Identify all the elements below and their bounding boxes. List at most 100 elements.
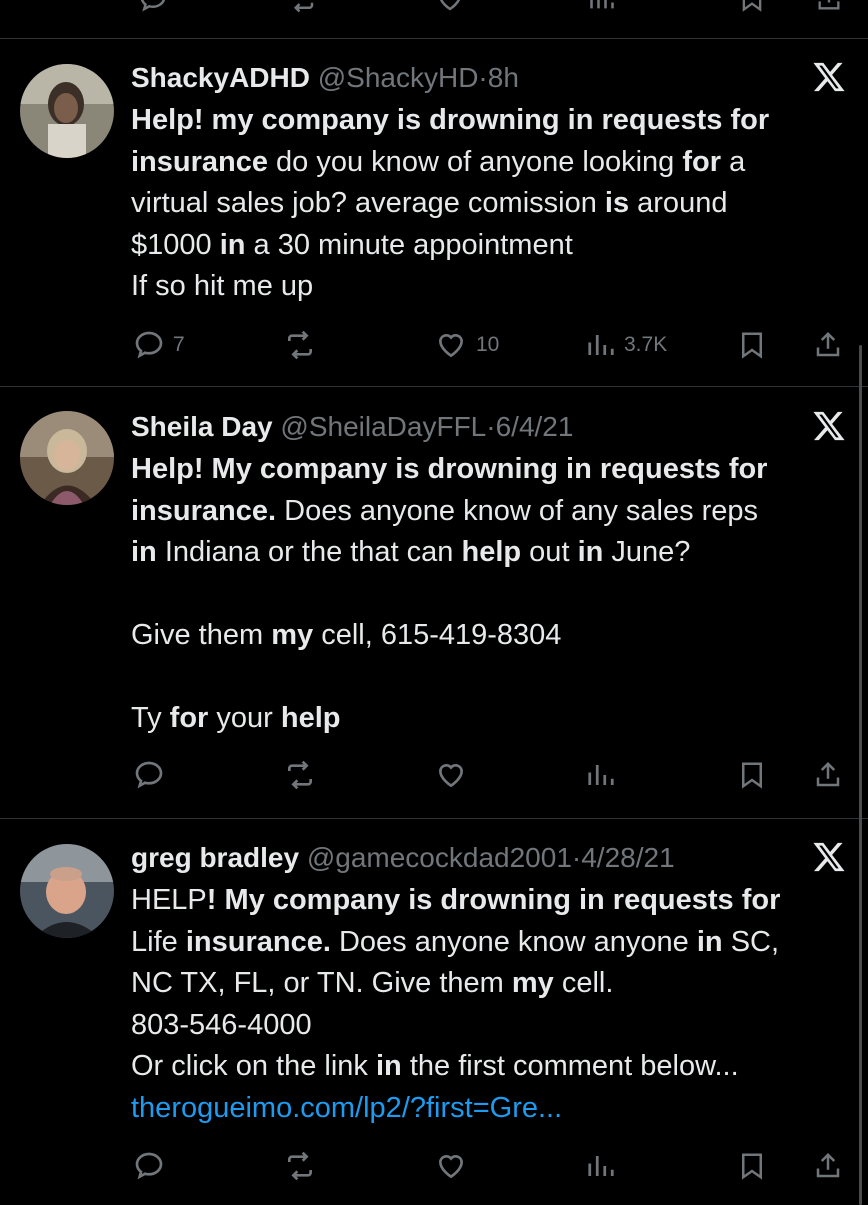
views-icon: [588, 1156, 614, 1176]
timestamp[interactable]: 4/28/21: [581, 842, 674, 873]
share-button[interactable]: [813, 755, 843, 795]
text-run: your: [208, 702, 281, 734]
text-run: Life: [131, 925, 186, 958]
separator-dot: ·: [571, 842, 582, 873]
tweet-actions: [0, 1146, 868, 1186]
tweet-text-line: Ty for your help: [131, 698, 846, 740]
text-run: 803-546-4000: [131, 1008, 312, 1041]
bold-text: insurance.: [131, 494, 277, 527]
text-run: June?: [603, 536, 691, 568]
text-run: do you know of anyone looking: [268, 145, 683, 178]
views-button[interactable]: 3.7K: [586, 325, 667, 365]
reply-button[interactable]: [133, 755, 165, 795]
share-icon: [816, 1152, 840, 1178]
heart-icon: [438, 333, 464, 358]
views-icon[interactable]: [588, 0, 616, 19]
tweet-text-line: [131, 657, 846, 699]
bookmark-button[interactable]: [737, 755, 767, 795]
handle[interactable]: @SheilaDayFFL: [280, 411, 486, 442]
reply-button[interactable]: [133, 1146, 165, 1186]
text-run: SC,: [722, 925, 780, 958]
tweet-text-line: HELP! My company is drowning in requests…: [131, 880, 846, 922]
avatar[interactable]: [20, 411, 114, 505]
bold-text: ! My company is drowning in requests for: [206, 884, 781, 916]
bookmark-button[interactable]: [737, 325, 767, 365]
text-run: NC TX, FL, or TN. Give them: [131, 967, 512, 999]
share-button[interactable]: [813, 325, 843, 365]
retweet-button[interactable]: [282, 325, 318, 365]
share-icon[interactable]: [815, 0, 843, 19]
like-button[interactable]: [434, 755, 468, 795]
text-run: virtual sales job? average comission: [131, 187, 605, 219]
text-run: Does anyone know anyone: [330, 925, 697, 958]
retweet-icon: [288, 330, 312, 360]
tweet[interactable]: greg bradley @gamecockdad2001·4/28/21 HE…: [0, 836, 868, 1200]
x-logo-icon: [812, 840, 846, 874]
text-run: Give them: [131, 619, 272, 651]
share-icon: [816, 331, 840, 357]
tweet-link[interactable]: therogueimo.com/lp2/?first=Gre...: [131, 1092, 562, 1124]
text-run: cell, 615-419-8304: [313, 619, 562, 651]
reply-icon[interactable]: [138, 0, 168, 19]
separator-dot: ·: [478, 62, 488, 93]
timestamp[interactable]: 8h: [488, 62, 519, 93]
bold-text: in: [219, 228, 246, 261]
like-button[interactable]: 10: [434, 325, 499, 365]
text-run: If so hit me up: [131, 270, 314, 302]
bookmark-button[interactable]: [737, 1146, 767, 1186]
tweet-text-line: in Indiana or the that can help out in J…: [131, 532, 846, 574]
heart-icon[interactable]: [434, 0, 466, 19]
handle[interactable]: @ShackyHD: [318, 62, 479, 93]
text-run: a 30 minute appointment: [245, 228, 573, 261]
retweet-icon[interactable]: [285, 0, 319, 19]
avatar[interactable]: [20, 844, 114, 938]
timestamp[interactable]: 6/4/21: [496, 411, 574, 442]
heart-icon: [438, 763, 464, 788]
bold-text: Help! My company is drowning in requests…: [131, 453, 768, 485]
retweet-icon: [288, 1151, 312, 1181]
text-run: cell.: [553, 967, 614, 999]
bold-text: for: [169, 702, 209, 734]
bold-text: is: [604, 187, 630, 219]
retweet-icon: [288, 760, 312, 790]
text-run: the first comment below...: [401, 1050, 739, 1082]
bold-text: Help! my company is drowning in requests…: [131, 104, 770, 136]
like-count: 10: [476, 333, 500, 356]
tweet-header: greg bradley @gamecockdad2001·4/28/21: [131, 836, 675, 880]
tweet-text-line: If so hit me up: [131, 266, 846, 308]
handle[interactable]: @gamecockdad2001: [307, 842, 572, 873]
share-button[interactable]: [813, 1146, 843, 1186]
retweet-button[interactable]: [282, 1146, 318, 1186]
bold-text: my: [511, 967, 554, 999]
tweet-text-line: Help! my company is drowning in requests…: [131, 100, 846, 142]
display-name[interactable]: ShackyADHD: [131, 62, 310, 93]
bookmark-icon: [742, 1153, 762, 1180]
x-logo-icon: [812, 409, 846, 443]
bookmark-icon[interactable]: [738, 0, 766, 19]
tweet-text-line: Help! My company is drowning in requests…: [131, 449, 846, 491]
display-name[interactable]: greg bradley: [131, 842, 299, 873]
views-count: 3.7K: [624, 333, 668, 356]
like-button[interactable]: [434, 1146, 468, 1186]
x-logo-icon: [812, 60, 846, 94]
text-run: Ty: [131, 702, 170, 734]
tweet-text: Help! My company is drowning in requests…: [131, 449, 846, 740]
views-button[interactable]: [586, 755, 616, 795]
tweet[interactable]: Sheila Day @SheilaDayFFL·6/4/21 Help! My…: [0, 405, 868, 815]
scrollbar[interactable]: [859, 345, 862, 1205]
bookmark-icon: [742, 332, 762, 359]
heart-icon: [438, 1154, 464, 1179]
reply-button[interactable]: 7: [133, 325, 185, 365]
views-button[interactable]: [586, 1146, 616, 1186]
bold-text: insurance.: [185, 925, 331, 958]
tweet-text-line: insurance. Does anyone know of any sales…: [131, 491, 846, 533]
divider: [0, 386, 868, 387]
bold-text: insurance: [131, 145, 268, 178]
share-icon: [816, 761, 840, 787]
retweet-button[interactable]: [282, 755, 318, 795]
text-run: Indiana or the that can: [156, 536, 462, 568]
tweet[interactable]: ShackyADHD @ShackyHD·8h Help! my company…: [0, 56, 868, 386]
display-name[interactable]: Sheila Day: [131, 411, 273, 442]
avatar[interactable]: [20, 64, 114, 158]
text-run: around: [629, 187, 728, 219]
